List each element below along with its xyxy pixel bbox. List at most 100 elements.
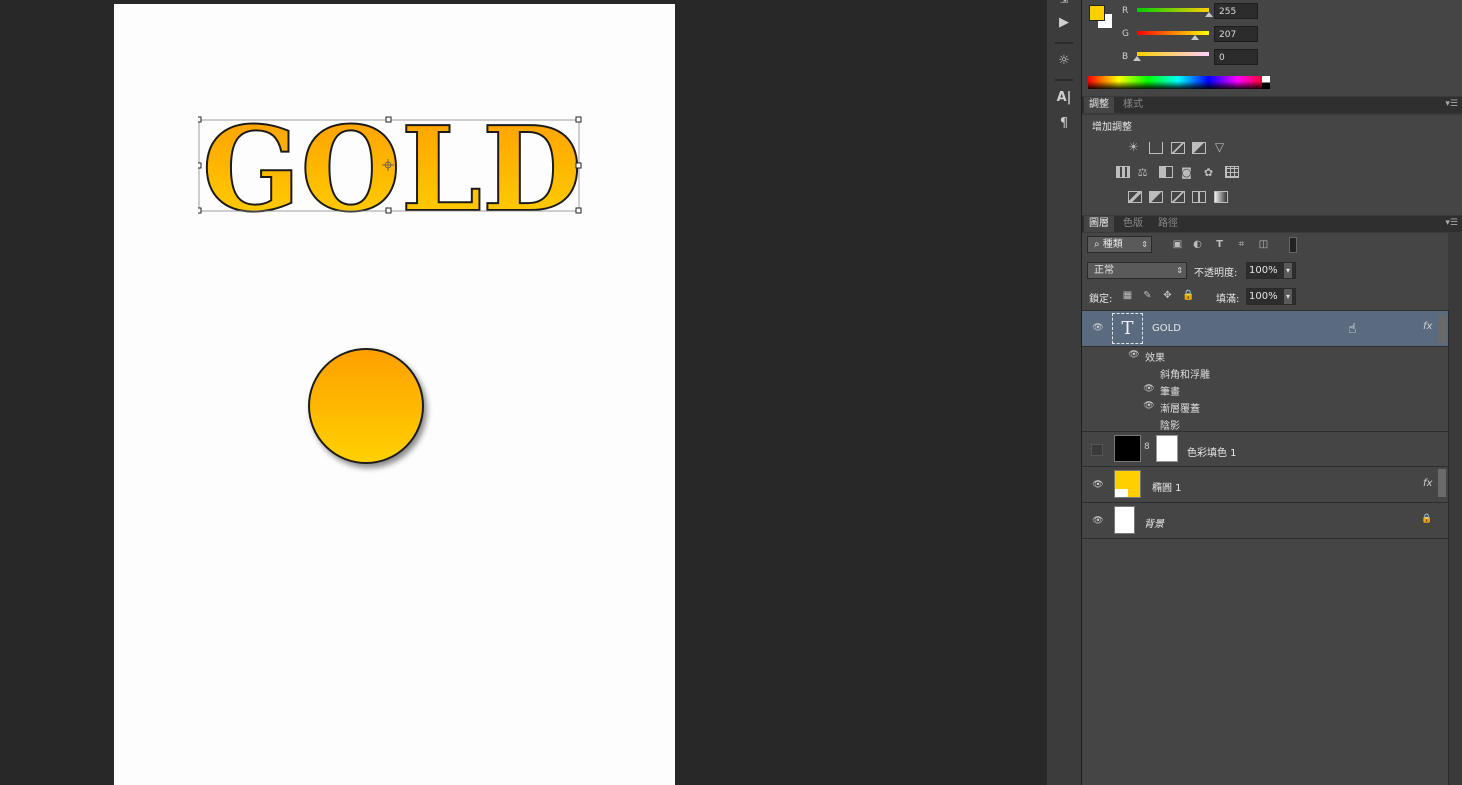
channel-mixer-icon[interactable]: ✿: [1203, 167, 1214, 178]
adjustments-title: 增加調整: [1092, 122, 1132, 133]
eye-icon[interactable]: 👁: [1142, 384, 1156, 394]
vibrance-icon[interactable]: ▽: [1214, 141, 1225, 153]
tab-channels[interactable]: 色版: [1118, 216, 1148, 232]
black-white-swatch[interactable]: [1262, 76, 1270, 89]
paragraph-icon[interactable]: ¶: [1047, 113, 1081, 135]
channel-r-label: R: [1122, 6, 1129, 16]
photo-filter-icon[interactable]: ◙: [1181, 167, 1192, 178]
layers-panel: ⌕ 種類 ⇕ ▣ ◐ T ⌗ ◫ 正常 ⇕ 不透明度: 100% ▾ 鎖定: ▦…: [1082, 233, 1448, 785]
effect-bevel-emboss[interactable]: 斜角和浮雕: [1160, 366, 1210, 381]
blend-mode-dropdown[interactable]: 正常 ⇕: [1087, 262, 1187, 279]
eye-icon[interactable]: 👁: [1142, 401, 1156, 411]
layer-row-ellipse[interactable]: 👁 橢圓 1 fx: [1082, 467, 1448, 503]
gold-text-layer[interactable]: GOLD: [198, 112, 598, 222]
fill-field[interactable]: 100% ▾: [1246, 288, 1296, 305]
effect-drop-shadow[interactable]: 陰影: [1160, 417, 1180, 432]
lock-pixels-icon[interactable]: ✎: [1142, 290, 1153, 301]
eye-icon[interactable]: 👁: [1091, 516, 1105, 526]
lock-transparent-icon[interactable]: ▦: [1122, 290, 1133, 301]
play-icon[interactable]: ▶: [1047, 12, 1081, 34]
channel-r-value[interactable]: 255: [1214, 3, 1258, 19]
collapsed-panel-strip: ⇲ ▶ ☼ A| ¶: [1046, 0, 1082, 785]
filter-kind-dropdown[interactable]: ⌕ 種類 ⇕: [1087, 236, 1152, 253]
layers-scrollbar[interactable]: [1448, 310, 1462, 785]
foreground-color-swatch[interactable]: [1089, 5, 1105, 21]
brightness-icon[interactable]: ☀: [1128, 141, 1139, 153]
exposure-icon[interactable]: [1192, 142, 1206, 154]
text-layer-icon: T: [1112, 313, 1143, 344]
link-icon[interactable]: 8: [1144, 442, 1150, 452]
channel-b-label: B: [1122, 52, 1129, 62]
channel-g-value[interactable]: 207: [1214, 26, 1258, 42]
adjustments-tab-bar: 調整 樣式 ▾☰: [1082, 97, 1462, 113]
channel-b-thumb[interactable]: [1133, 56, 1141, 61]
eye-icon[interactable]: 👁: [1091, 323, 1105, 333]
color-balance-icon[interactable]: ⚖: [1137, 167, 1148, 178]
black-white-icon[interactable]: [1159, 166, 1173, 178]
adjustment-filter-icon[interactable]: ◐: [1192, 239, 1203, 250]
invert-icon[interactable]: [1128, 191, 1142, 203]
tab-paths[interactable]: 路徑: [1153, 216, 1183, 232]
opacity-value: 100%: [1249, 265, 1278, 276]
fx-badge-gold[interactable]: fx: [1423, 321, 1432, 332]
eye-icon[interactable]: 👁: [1091, 480, 1105, 490]
collapse-effects-arrow[interactable]: [1438, 315, 1446, 343]
panel-menu-icon[interactable]: ▾☰: [1445, 99, 1458, 109]
lock-icon[interactable]: 🔒: [1182, 290, 1194, 301]
pixel-filter-icon[interactable]: ▣: [1172, 239, 1183, 250]
lock-position-icon[interactable]: ✥: [1162, 290, 1173, 301]
panel-menu-icon[interactable]: ▾☰: [1445, 218, 1458, 228]
blend-mode-label: 正常: [1094, 265, 1114, 276]
shape-layer-thumbnail: [1114, 470, 1141, 498]
filter-toggle-switch[interactable]: [1289, 237, 1297, 253]
adjustments-panel: 增加調整 ☀ ▽ ⚖ ◙ ✿: [1082, 115, 1462, 215]
channel-b-value[interactable]: 0: [1214, 49, 1258, 65]
effects-list: 👁 效果 斜角和浮雕 👁 筆畫 👁 漸層覆蓋 陰影: [1082, 347, 1448, 432]
eye-icon[interactable]: 👁: [1127, 350, 1141, 360]
effects-header: 效果: [1145, 353, 1165, 364]
posterize-icon[interactable]: [1149, 191, 1163, 203]
background-layer-thumbnail: [1114, 506, 1135, 534]
filter-kind-label: 種類: [1102, 239, 1123, 250]
layer-name-color-fill: 色彩填色 1: [1187, 448, 1237, 459]
character-icon[interactable]: A|: [1047, 87, 1081, 109]
effect-stroke[interactable]: 筆畫: [1160, 383, 1180, 398]
expand-effects-arrow[interactable]: [1438, 469, 1446, 497]
channel-b-slider[interactable]: [1137, 52, 1209, 56]
color-lookup-icon[interactable]: [1225, 166, 1239, 178]
layer-row-background[interactable]: 👁 背景 🔒: [1082, 503, 1448, 539]
type-filter-icon[interactable]: T: [1214, 239, 1225, 250]
light-bulb-icon[interactable]: ☼: [1047, 50, 1081, 72]
selective-color-icon[interactable]: [1192, 191, 1206, 203]
threshold-icon[interactable]: [1171, 191, 1185, 203]
gold-text: GOLD: [202, 112, 582, 222]
tab-adjustments[interactable]: 調整: [1084, 97, 1114, 113]
layer-row-gold[interactable]: 👁 T GOLD ☝ fx: [1082, 311, 1448, 347]
tab-layers[interactable]: 圖層: [1084, 216, 1114, 232]
effect-gradient-overlay[interactable]: 漸層覆蓋: [1160, 400, 1200, 415]
tab-styles[interactable]: 樣式: [1118, 97, 1148, 113]
gradient-map-icon[interactable]: [1214, 191, 1228, 203]
color-spectrum-bar[interactable]: [1088, 76, 1268, 89]
document-canvas[interactable]: GOLD: [114, 4, 675, 785]
channel-r-thumb[interactable]: [1205, 12, 1213, 17]
channel-g-thumb[interactable]: [1191, 35, 1200, 40]
shape-filter-icon[interactable]: ⌗: [1236, 239, 1247, 250]
history-icon[interactable]: ⇲: [1047, 0, 1081, 12]
color-panel: R 255 G 207 B 0: [1082, 0, 1462, 96]
fill-layer-thumbnail: [1114, 435, 1141, 462]
lock-label: 鎖定:: [1089, 294, 1113, 305]
ellipse-layer[interactable]: [304, 344, 444, 484]
fx-badge-ellipse[interactable]: fx: [1423, 478, 1432, 489]
fill-value: 100%: [1249, 291, 1278, 302]
layer-mask-thumbnail: [1156, 435, 1178, 462]
curves-icon[interactable]: [1171, 142, 1185, 154]
visibility-toggle-off[interactable]: [1091, 444, 1103, 456]
levels-icon[interactable]: [1149, 142, 1163, 154]
smart-object-filter-icon[interactable]: ◫: [1258, 239, 1269, 250]
channel-r-slider[interactable]: [1137, 8, 1209, 12]
hue-saturation-icon[interactable]: [1116, 166, 1130, 178]
opacity-field[interactable]: 100% ▾: [1246, 262, 1296, 279]
layer-row-color-fill[interactable]: 8 色彩填色 1: [1082, 432, 1448, 467]
layer-name-background: 背景: [1144, 519, 1164, 530]
